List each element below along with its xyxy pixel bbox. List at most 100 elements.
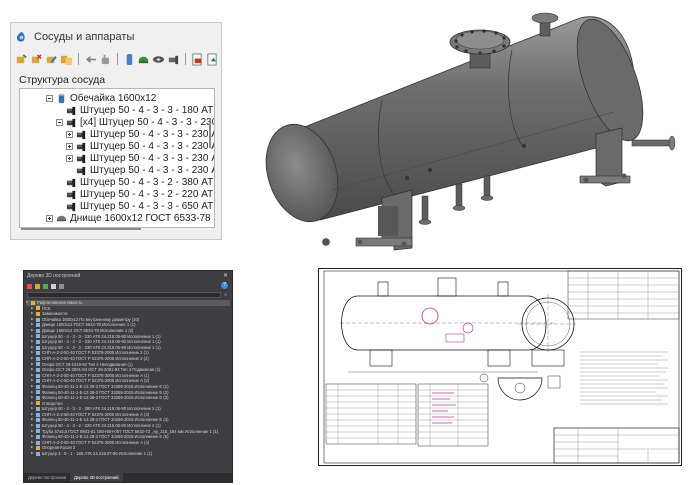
part-icon	[36, 356, 40, 361]
part-icon	[36, 345, 40, 350]
construction-tree-label: Штуцер 3 - 9 - 1 - 180 АТК 24.218.07-90 …	[42, 451, 153, 457]
hand-icon[interactable]	[99, 53, 112, 66]
part-icon	[36, 317, 40, 322]
tree-item-label: Штуцер 50 - 4 - 3 - 3 - 230 АТ	[90, 140, 215, 152]
part-icon	[36, 351, 40, 356]
expand-arrow-icon[interactable]: ▶	[26, 300, 29, 306]
toolbar-separator	[116, 53, 118, 65]
folder-icon	[36, 311, 40, 316]
expand-toggle[interactable]	[66, 142, 73, 150]
part-icon	[36, 451, 40, 456]
tree-item-label: Штуцер 50 - 4 - 3 - 3 - 180 АТК.	[80, 104, 215, 116]
tree-item-label: Днище 1600х12 ГОСТ 6533-78	[70, 212, 211, 224]
copy-icon[interactable]	[60, 53, 73, 66]
expand-icon[interactable]	[51, 283, 56, 289]
close-icon[interactable]: ✕	[223, 272, 228, 279]
tree-horizontal-scrollbar[interactable]	[21, 228, 141, 230]
panel-title-text: Сосуды и аппараты	[34, 31, 135, 43]
part-icon	[36, 435, 40, 440]
sort-icon[interactable]	[35, 283, 40, 289]
tree-item[interactable]: Штуцер 50 - 4 - 3 - 3 - 650 АТК	[56, 200, 214, 212]
part-icon	[36, 390, 40, 395]
tree-search-input[interactable]	[27, 292, 221, 298]
nozzle-icon	[66, 202, 76, 211]
tree-item[interactable]: Днище 1600х12 ГОСТ 6533-78	[46, 212, 211, 224]
part-icon	[36, 412, 40, 417]
part-icon	[36, 418, 40, 423]
vessel-3d-view[interactable]	[262, 0, 688, 258]
delete-icon[interactable]	[30, 53, 43, 66]
tree-item[interactable]: [х4] Штуцер 50 - 4 - 3 - 3 - 230 А	[56, 116, 215, 128]
nozzle-icon	[66, 190, 76, 199]
folder-icon	[36, 401, 40, 406]
nozzle-icon	[76, 166, 86, 175]
tab-build-tree[interactable]: Дерево построения	[24, 473, 70, 482]
report-icon[interactable]	[191, 53, 204, 66]
dark-panel-title: Дерево 3D построений	[27, 273, 81, 279]
part-icon	[36, 379, 40, 384]
part-icon	[36, 407, 40, 412]
tree-item[interactable]: Штуцер 50 - 4 - 3 - 3 - 230 АТ	[66, 152, 215, 164]
construction-tree-item[interactable]: ▶ Штуцер 3 - 9 - 1 - 180 АТК 24.218.07-90…	[26, 451, 230, 457]
part-icon	[36, 373, 40, 378]
collapse-icon[interactable]	[59, 283, 64, 289]
expand-toggle[interactable]	[46, 214, 53, 222]
part-icon	[36, 323, 40, 328]
tree-item[interactable]: Обечайка 1600х12	[46, 92, 156, 104]
toolbar-separator	[185, 53, 187, 65]
collapse-toggle[interactable]	[46, 94, 53, 102]
construction-tree[interactable]: ▶ Рифленинская емкость ▶ ПСК ▶ Зависимости ▶ Об…	[26, 300, 230, 472]
filter-icon[interactable]	[27, 283, 32, 289]
nozzle-icon	[76, 130, 86, 139]
help-icon[interactable]: ?	[221, 282, 228, 289]
folder-icon	[31, 300, 35, 305]
folder-icon	[36, 306, 40, 311]
nozzle-icon	[76, 142, 86, 151]
tree-item[interactable]: Штуцер 50 - 4 - 3 - 3 - 230 А	[66, 164, 215, 176]
part-icon	[36, 395, 40, 400]
tree-item-label: Штуцер 50 - 4 - 3 - 3 - 230 АТ	[90, 152, 215, 164]
nozzle-tool-icon[interactable]	[167, 53, 180, 66]
vessels-app-icon	[16, 31, 25, 42]
tree-item[interactable]: Штуцер 50 - 4 - 3 - 3 - 230 АТ	[66, 128, 214, 140]
tree-item-label: [х4] Штуцер 50 - 4 - 3 - 3 - 230 А	[80, 116, 215, 128]
tab-tree-3d[interactable]: Дерево 3D построений	[70, 473, 123, 482]
technical-drawing	[318, 268, 682, 466]
tree-item-label: Обечайка 1600х12	[70, 92, 157, 104]
tree-vertical-scrollbar[interactable]	[209, 118, 211, 148]
vessel-structure-tree[interactable]: Обечайка 1600х12 Штуцер 50 - 4 - 3 - 3 - …	[19, 88, 215, 228]
tree-item-label: Штуцер 50 - 4 - 3 - 3 - 230 А	[90, 164, 215, 176]
structure-label: Структура сосуда	[19, 74, 106, 86]
flange-icon[interactable]	[152, 53, 165, 66]
nozzle-icon	[66, 118, 76, 127]
collapse-toggle[interactable]	[56, 118, 63, 126]
add-shell-icon[interactable]	[15, 53, 28, 66]
part-icon	[36, 367, 40, 372]
tree-item[interactable]: Штуцер 50 - 4 - 3 - 2 - 380 АТК.	[56, 176, 215, 188]
vessel-panel: Сосуды и аппараты Структура сосуда Обеча…	[10, 22, 222, 240]
part-icon	[36, 362, 40, 367]
expand-toggle[interactable]	[66, 130, 73, 138]
part-icon	[36, 339, 40, 344]
head-icon[interactable]	[137, 53, 150, 66]
tree-item[interactable]: Штуцер 50 - 4 - 3 - 2 - 220 АТК.	[56, 188, 215, 200]
tree-item-label: Штуцер 50 - 4 - 3 - 2 - 220 АТК.	[80, 188, 215, 200]
edit-icon[interactable]	[45, 53, 58, 66]
arrow-left-icon[interactable]	[84, 53, 97, 66]
expand-arrow-icon[interactable]: ▶	[31, 451, 34, 457]
export-icon[interactable]	[206, 53, 219, 66]
search-icon[interactable]: ⌕	[224, 292, 227, 298]
part-icon	[36, 440, 40, 445]
vessel-icon[interactable]	[123, 53, 136, 66]
folder-icon	[36, 446, 40, 451]
expand-toggle[interactable]	[66, 154, 73, 162]
nozzle-icon	[66, 106, 76, 115]
part-icon	[36, 429, 40, 434]
tree-item[interactable]: Штуцер 50 - 4 - 3 - 3 - 180 АТК.	[56, 104, 215, 116]
panel-title: Сосуды и аппараты	[15, 29, 134, 45]
nozzle-icon	[66, 178, 76, 187]
group-icon[interactable]	[43, 283, 48, 289]
part-icon	[36, 334, 40, 339]
tree-item[interactable]: Штуцер 50 - 4 - 3 - 3 - 230 АТ	[66, 140, 215, 152]
tree-item-label: Штуцер 50 - 4 - 3 - 2 - 380 АТК.	[80, 176, 215, 188]
